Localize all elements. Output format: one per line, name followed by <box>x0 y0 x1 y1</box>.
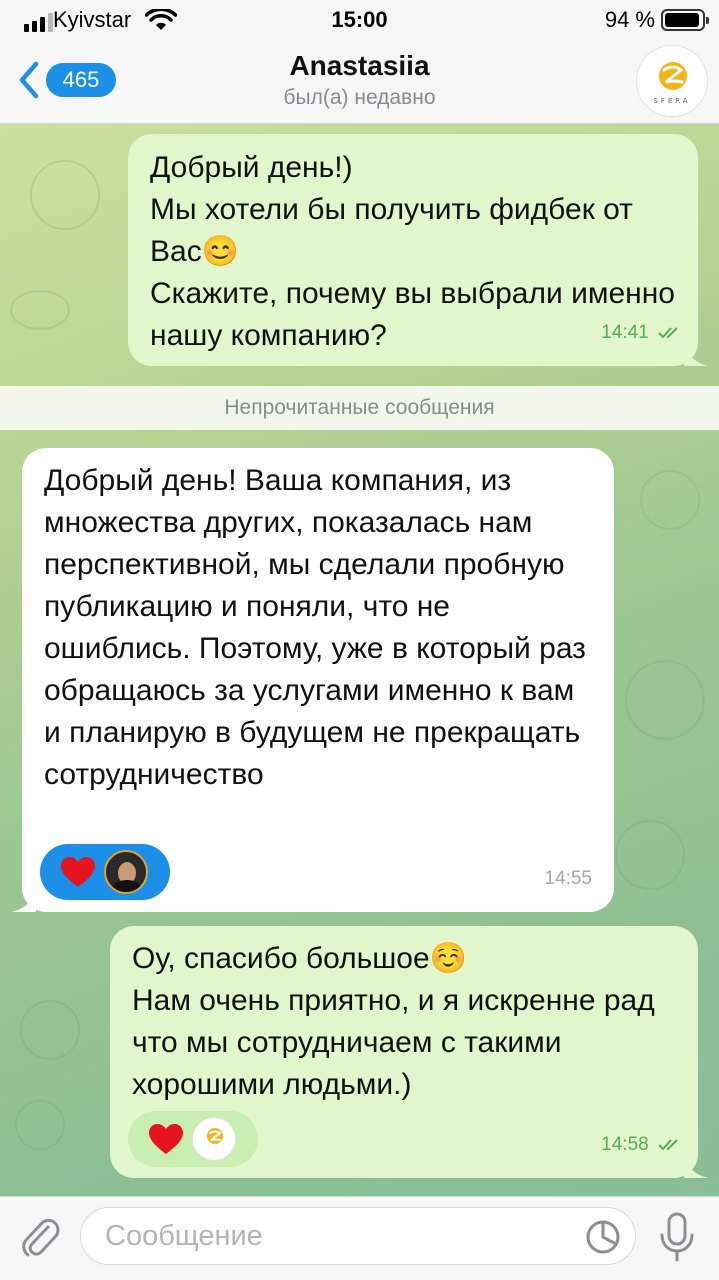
sfera-logo-icon <box>659 62 687 90</box>
sticker-icon[interactable] <box>585 1219 621 1255</box>
bubble-tail <box>684 342 708 366</box>
double-check-icon <box>658 327 678 339</box>
paperclip-icon[interactable] <box>18 1213 62 1259</box>
message-input-field[interactable] <box>80 1207 636 1265</box>
message-bubble-incoming[interactable]: Добрый день! Ваша компания, из множества… <box>12 448 614 912</box>
message-input[interactable] <box>105 1208 575 1264</box>
message-meta: 14:58 <box>601 1124 680 1166</box>
message-text: Добрый день! Ваша компания, из множества… <box>44 464 586 791</box>
sfera-logo-icon <box>207 1128 223 1144</box>
message-text: Оу, спасибо большое☺️ Нам очень приятно,… <box>132 942 655 1101</box>
avatar-logo-text: SFERA <box>653 97 691 105</box>
chat-header: Kyivstar 15:00 94 % 465 Anastasiia был(а… <box>0 0 719 124</box>
bubble-tail <box>684 1154 708 1178</box>
message-meta: 14:41 <box>601 312 680 354</box>
message-composer <box>0 1196 719 1280</box>
heart-icon <box>61 857 95 887</box>
heart-icon <box>149 1124 183 1154</box>
unread-messages-divider: Непрочитанные сообщения <box>0 386 719 430</box>
message-time: 14:41 <box>601 322 649 343</box>
reactor-avatar <box>192 1117 236 1161</box>
reaction-chip[interactable] <box>40 844 170 900</box>
battery-icon <box>661 9 709 31</box>
message-text: Добрый день!) Мы хотели бы получить фидб… <box>150 151 675 352</box>
contact-status: был(а) недавно <box>283 86 436 109</box>
message-time: 14:58 <box>601 1134 649 1155</box>
double-check-icon <box>658 1139 678 1151</box>
reactor-avatar <box>104 850 148 894</box>
contact-name[interactable]: Anastasiia <box>0 50 719 82</box>
status-bar: Kyivstar 15:00 94 % <box>0 0 719 40</box>
battery-percent: 94 % <box>604 7 655 32</box>
contact-avatar[interactable]: SFERA <box>636 45 708 117</box>
microphone-icon[interactable] <box>657 1211 697 1263</box>
message-time: 14:55 <box>544 868 592 889</box>
bubble-tail <box>12 888 36 912</box>
reaction-chip[interactable] <box>128 1111 258 1167</box>
message-bubble-outgoing[interactable]: Добрый день!) Мы хотели бы получить фидб… <box>128 134 708 366</box>
message-bubble-outgoing[interactable]: Оу, спасибо большое☺️ Нам очень приятно,… <box>110 926 708 1178</box>
